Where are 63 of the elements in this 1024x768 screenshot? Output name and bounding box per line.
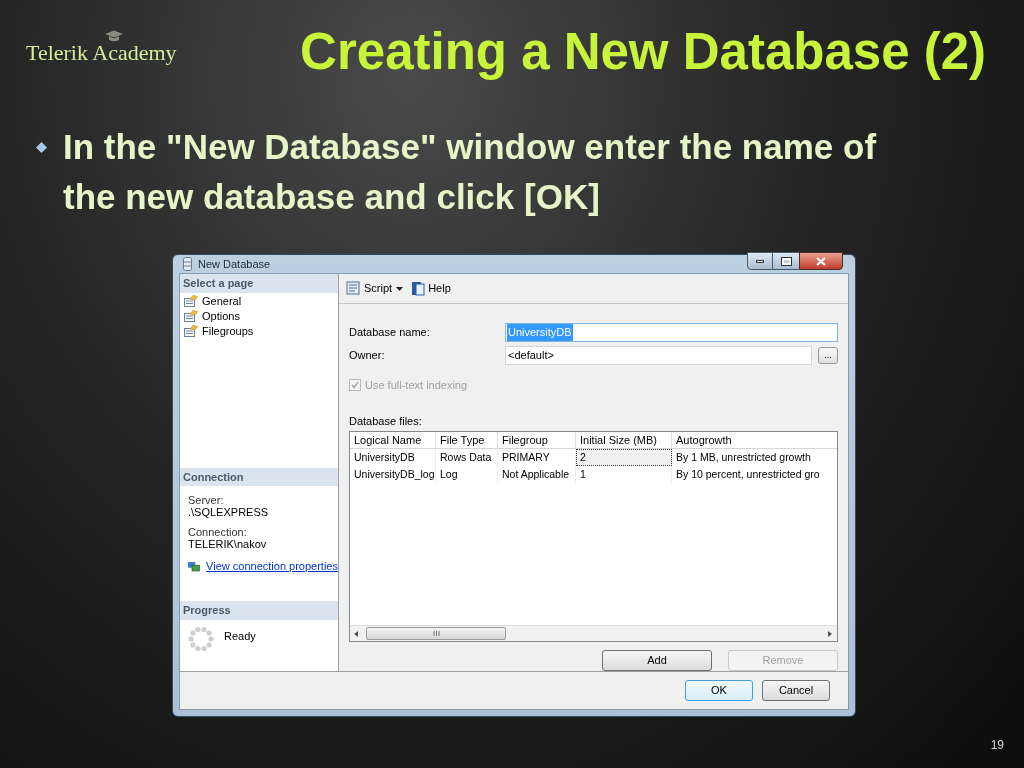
logo: Telerik Academy [26, 40, 177, 65]
page-number: 19 [990, 737, 1004, 754]
scroll-icon [345, 281, 361, 296]
column-header[interactable]: Autogrowth [672, 432, 837, 448]
check-icon [351, 381, 359, 390]
progress-status: Ready [224, 628, 256, 644]
owner-field[interactable]: <default> [505, 345, 812, 365]
cancel-button[interactable]: Cancel [762, 680, 830, 701]
table-cell: Not Applicable [498, 466, 576, 483]
help-button[interactable]: Help [411, 280, 451, 297]
table-cell: Log [436, 466, 498, 483]
page-icon [184, 295, 198, 307]
database-files-label: Database files: [349, 413, 423, 429]
database-icon [183, 257, 192, 271]
scrollbar-thumb[interactable] [366, 627, 506, 640]
scroll-left-icon[interactable] [354, 630, 358, 637]
page-icon [184, 310, 198, 322]
section-header: Select a page [180, 274, 338, 293]
table-cell: UniversityDB [350, 449, 436, 466]
script-button[interactable]: Script [345, 280, 393, 297]
help-book-icon [411, 281, 426, 296]
column-header[interactable]: Filegroup [498, 432, 576, 448]
table-cell: Rows Data [436, 449, 498, 466]
page-icon [184, 325, 198, 337]
column-header[interactable]: Logical Name [350, 432, 436, 448]
connection-label: Server: [188, 494, 225, 506]
bullet-text: In the "New Database" window enter the name of the new database and click [OK] [63, 126, 878, 218]
window-title: New Database [198, 256, 271, 272]
table-cell: 2 [576, 449, 672, 466]
table-cell: UniversityDB_log [350, 466, 436, 483]
page-item[interactable]: General [184, 293, 338, 309]
section-header: Progress [180, 601, 338, 620]
page-item[interactable]: Filegroups [184, 323, 338, 339]
computers-icon [188, 559, 201, 573]
scroll-right-icon[interactable] [828, 630, 832, 637]
spinner-icon [188, 625, 214, 652]
connection-label: Connection: [188, 526, 248, 538]
diamond-bullet-icon [36, 142, 47, 153]
page-item[interactable]: Options [184, 308, 338, 324]
close-icon [816, 256, 826, 266]
view-connection-link[interactable]: View connection properties [206, 558, 338, 575]
maximize-button[interactable] [773, 252, 799, 270]
ok-button[interactable]: OK [685, 680, 753, 701]
browse-button[interactable]: ... [818, 346, 838, 364]
table-cell-text: By 10 percent, unrestricted gro [675, 466, 821, 482]
close-button[interactable] [799, 252, 843, 270]
grip-icon [432, 631, 440, 636]
table-cell-text: By 1 MB, unrestricted growth [675, 449, 812, 465]
connection-value: .\SQLEXPRESS [188, 506, 270, 518]
add-button[interactable]: Add [602, 650, 712, 671]
section-header: Connection [180, 467, 338, 486]
column-header[interactable]: File Type [436, 432, 498, 448]
graduation-cap-icon [104, 30, 124, 42]
column-header[interactable]: Initial Size (MB) [576, 432, 672, 448]
minimize-button[interactable] [747, 252, 773, 270]
field-label: Owner: [349, 347, 386, 363]
table-cell: 1 [576, 466, 672, 483]
slide-title: Creating a New Database (2) [300, 26, 986, 78]
horizontal-scrollbar[interactable] [350, 625, 837, 641]
checkbox-label: Use full-text indexing [365, 378, 468, 393]
field-label: Database name: [349, 325, 431, 341]
connection-value: TELERIK\nakov [188, 538, 268, 550]
dropdown-caret-icon[interactable] [396, 286, 404, 291]
